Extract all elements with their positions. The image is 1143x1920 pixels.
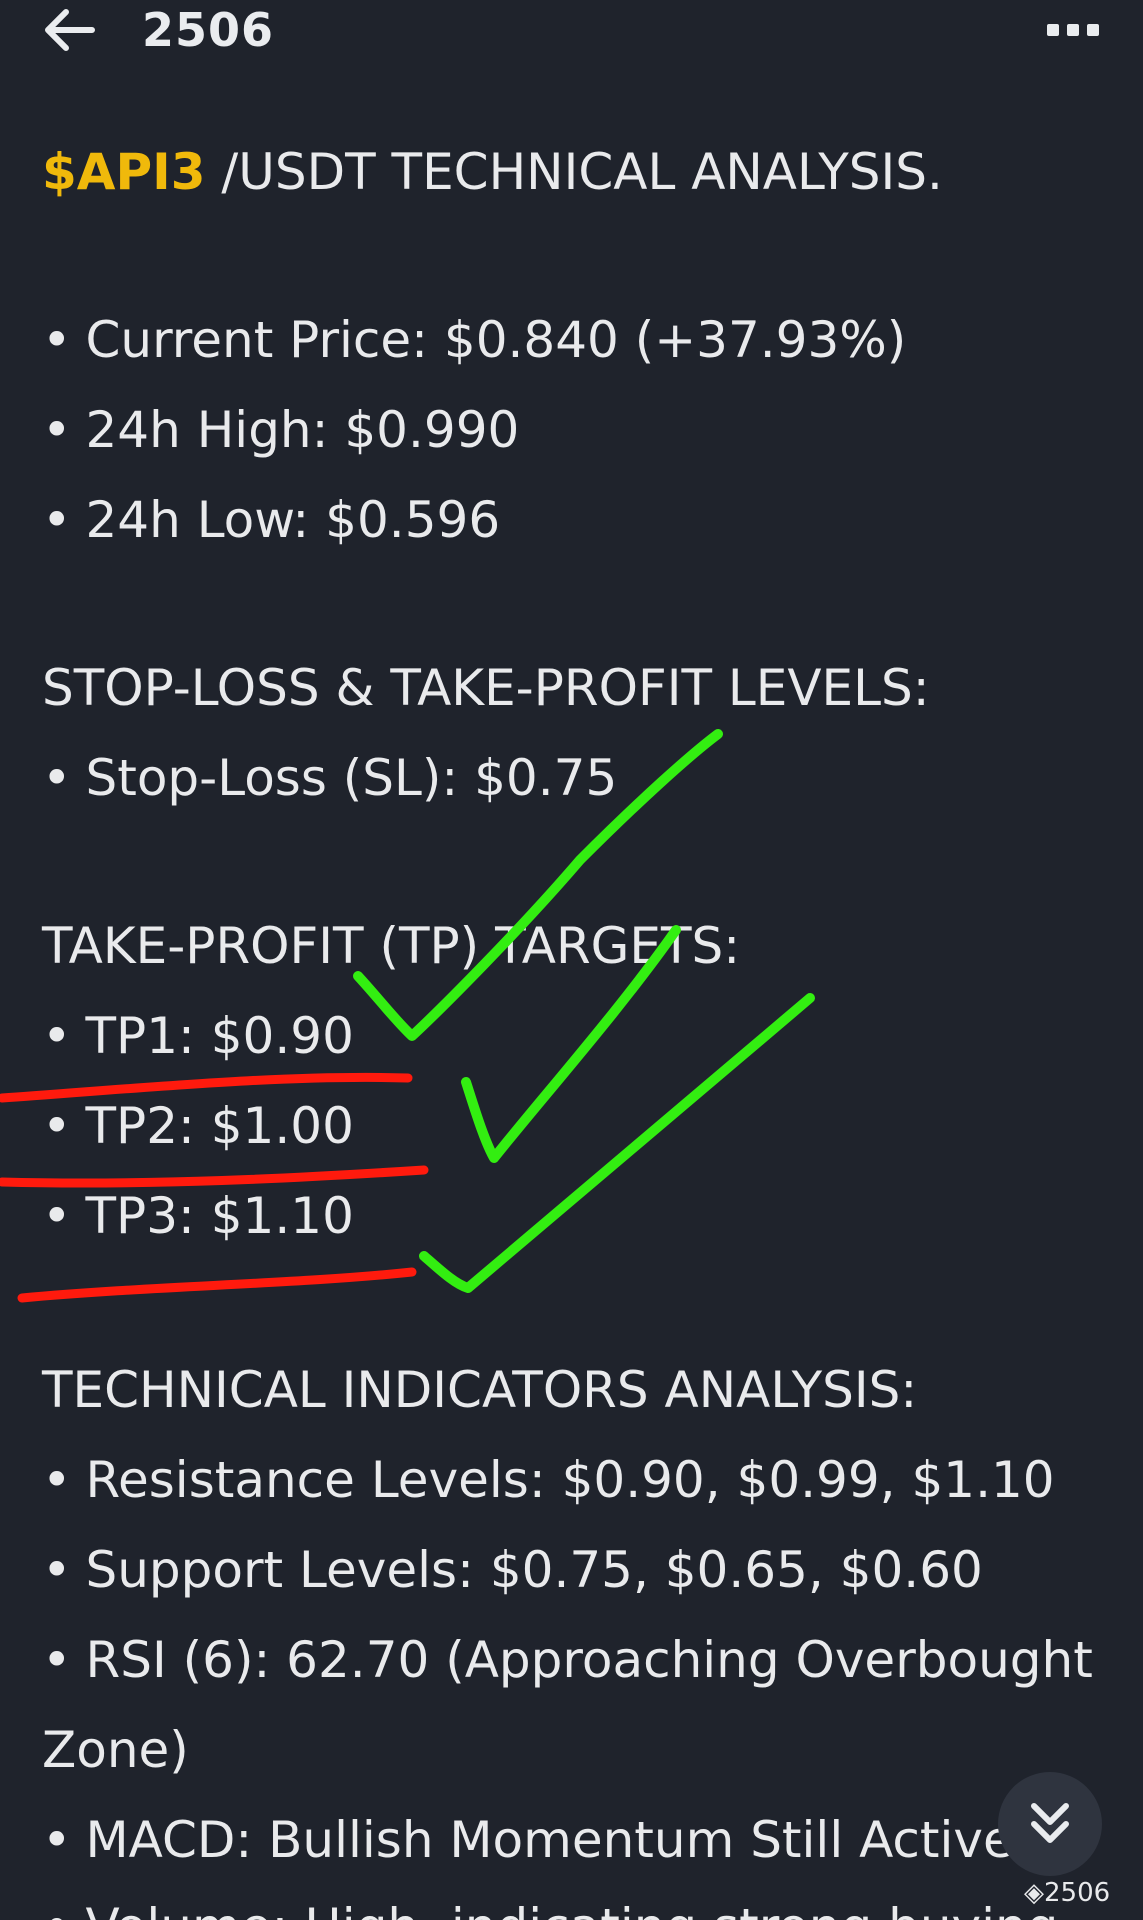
rsi-text: RSI (6): 62.70 (Approaching Overbought — [85, 1631, 1093, 1689]
bullet: • — [42, 1631, 72, 1689]
low-24h-text: 24h Low: $0.596 — [85, 491, 501, 549]
bullet: • — [42, 311, 72, 369]
high-24h-text: 24h High: $0.990 — [85, 401, 520, 459]
bullet: • — [42, 1187, 72, 1245]
ticker-link[interactable]: $API3 — [42, 143, 206, 201]
list-item: • 24h High: $0.990 — [42, 398, 519, 462]
bullet: • — [42, 1898, 72, 1920]
tp3-text: TP3: $1.10 — [85, 1187, 354, 1245]
list-item-partial: • Volume: High, indicating strong buying — [42, 1895, 1058, 1920]
bullet: • — [42, 1007, 72, 1065]
list-item: • TP3: $1.10 — [42, 1184, 354, 1248]
list-item: • Current Price: $0.840 (+37.93%) — [42, 308, 906, 372]
tp2-text: TP2: $1.00 — [85, 1097, 354, 1155]
list-item: • Support Levels: $0.75, $0.65, $0.60 — [42, 1538, 983, 1602]
list-item: • Stop-Loss (SL): $0.75 — [42, 746, 617, 810]
current-price-text: Current Price: $0.840 (+37.93%) — [85, 311, 907, 369]
section-heading-sl-tp: STOP-LOSS & TAKE-PROFIT LEVELS: — [42, 659, 930, 717]
bullet: • — [42, 1451, 72, 1509]
list-item: • TP1: $0.90 — [42, 1004, 354, 1068]
checkmark-icon — [419, 993, 815, 1293]
more-options-button[interactable] — [1045, 18, 1101, 42]
rsi-text-continuation: Zone) — [42, 1721, 189, 1779]
arrow-left-icon — [45, 9, 95, 51]
post-title-text: /USDT TECHNICAL ANALYSIS. — [205, 143, 943, 201]
bullet: • — [42, 749, 72, 807]
resistance-levels-text: Resistance Levels: $0.90, $0.99, $1.10 — [85, 1451, 1055, 1509]
bullet: • — [42, 1811, 72, 1869]
back-button[interactable] — [40, 6, 100, 54]
section-heading-indicators: TECHNICAL INDICATORS ANALYSIS: — [42, 1361, 918, 1419]
list-item: • Resistance Levels: $0.90, $0.99, $1.10 — [42, 1448, 1055, 1512]
list-item: • MACD: Bullish Momentum Still Active — [42, 1808, 1014, 1872]
underline-stroke — [0, 1165, 429, 1188]
tp1-text: TP1: $0.90 — [85, 1007, 354, 1065]
stop-loss-text: Stop-Loss (SL): $0.75 — [85, 749, 618, 807]
post-title: $API3 /USDT TECHNICAL ANALYSIS. — [42, 140, 943, 204]
list-item: • RSI (6): 62.70 (Approaching Overbought — [42, 1628, 1093, 1692]
underline-stroke — [17, 1267, 417, 1303]
page-title: 2506 — [142, 3, 275, 57]
macd-text: MACD: Bullish Momentum Still Active — [85, 1811, 1014, 1869]
more-dots-icon — [1047, 24, 1099, 36]
watermark-logo-icon: ◈ — [1024, 1878, 1044, 1908]
bullet: • — [42, 401, 72, 459]
volume-text: Volume: High, indicating strong buying — [86, 1898, 1059, 1920]
chevron-double-down-icon — [1031, 1803, 1069, 1843]
section-heading-tp-targets: TAKE-PROFIT (TP) TARGETS: — [42, 917, 741, 975]
bullet: • — [42, 1541, 72, 1599]
post-page: 2506 $API3 /USDT TECHNICAL ANALYSIS. • Cu… — [0, 0, 1143, 1920]
support-levels-text: Support Levels: $0.75, $0.65, $0.60 — [85, 1541, 983, 1599]
list-item: • 24h Low: $0.596 — [42, 488, 500, 552]
list-item: • TP2: $1.00 — [42, 1094, 354, 1158]
watermark-text: 2506 — [1044, 1878, 1111, 1908]
watermark: ◈2506 — [1024, 1878, 1110, 1908]
bullet: • — [42, 491, 72, 549]
bullet: • — [42, 1097, 72, 1155]
top-bar: 2506 — [0, 0, 1143, 70]
scroll-down-button[interactable] — [998, 1772, 1102, 1876]
